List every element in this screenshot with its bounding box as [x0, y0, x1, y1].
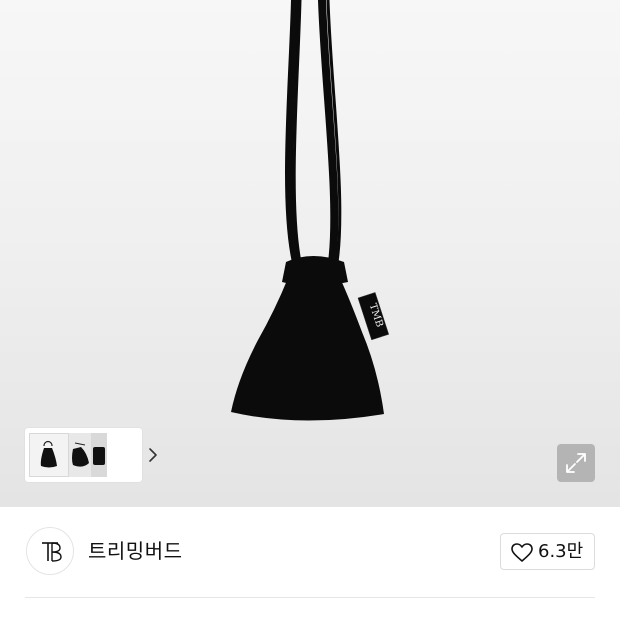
expand-arrows-icon — [566, 453, 586, 473]
like-count: 6.3만 — [538, 541, 584, 562]
product-gallery[interactable]: TMB — [0, 0, 620, 507]
chevron-right-icon[interactable] — [143, 445, 163, 465]
brand-logo[interactable] — [26, 527, 74, 575]
thumbnail-1[interactable] — [29, 433, 69, 477]
brand-tag: TMB — [357, 292, 390, 341]
brand-name[interactable]: 트리밍버드 — [88, 539, 183, 563]
thumbnail-strip — [25, 428, 157, 482]
divider — [25, 597, 595, 598]
thumbnail-3[interactable] — [91, 433, 107, 477]
heart-outline-icon — [511, 543, 533, 562]
thumbnail-2[interactable] — [69, 433, 91, 477]
brand-logo-tb-icon — [42, 542, 62, 562]
like-button[interactable]: 6.3만 — [500, 533, 595, 570]
zoom-button[interactable] — [557, 444, 595, 482]
seller-bar: 트리밍버드 6.3만 — [0, 507, 620, 597]
